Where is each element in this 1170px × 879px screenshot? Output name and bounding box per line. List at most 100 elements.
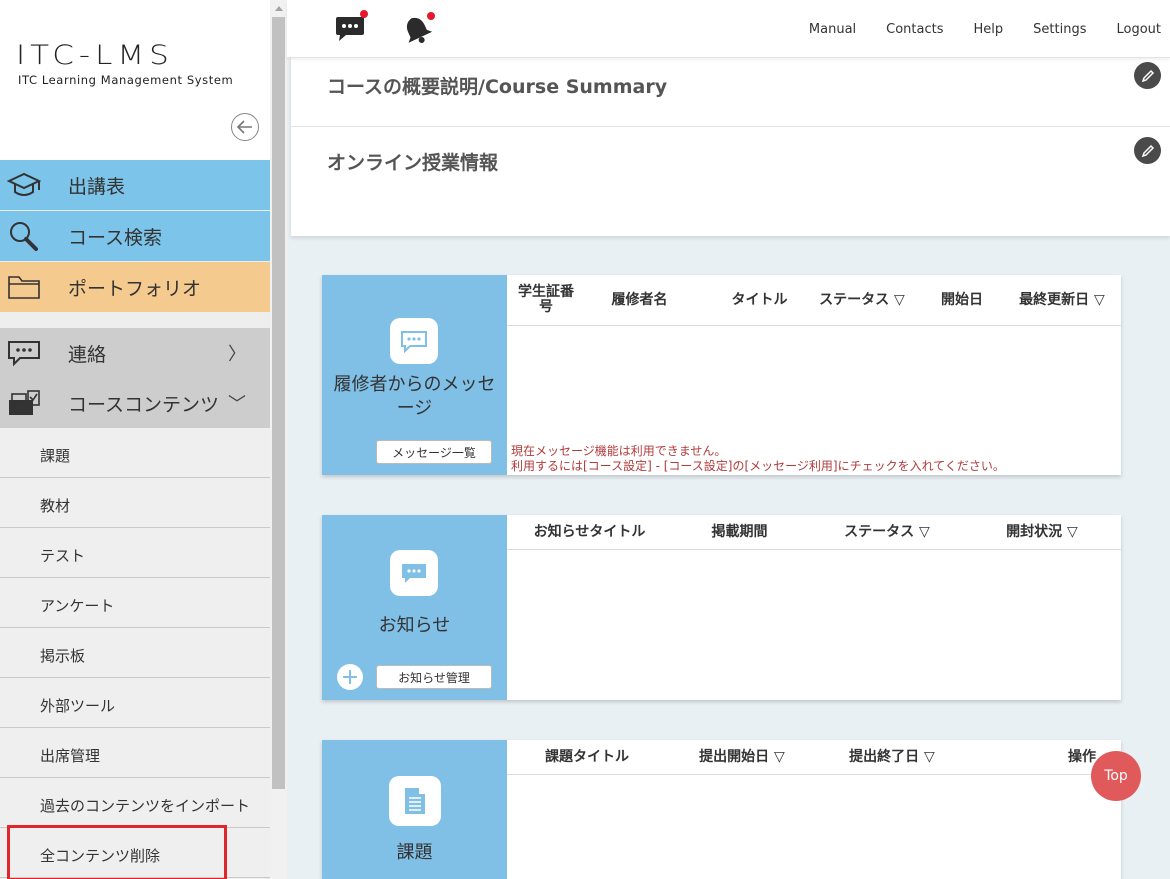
notice-line: 現在メッセージ機能は利用できません。 (511, 444, 727, 458)
assignments-panel: 課題 課題タイトル 提出開始日 ▽ 提出終了日 ▽ 操作 (322, 740, 1121, 879)
plus-icon (343, 670, 357, 684)
sidebar-scrollbar[interactable] (270, 0, 287, 879)
column-header[interactable]: お知らせタイトル (522, 515, 657, 549)
sidebar-subitem-label: テスト (40, 547, 86, 565)
sidebar-subitem-label: 課題 (40, 447, 71, 465)
sidebar-subitem-materials[interactable]: 教材 (0, 478, 270, 528)
messages-panel-sidebar: 履修者からのメッセージ メッセージ一覧 (322, 275, 507, 475)
column-header[interactable]: 履修者名 (602, 275, 677, 325)
pencil-icon (1141, 144, 1154, 157)
sidebar-subitem-tests[interactable]: テスト (0, 528, 270, 578)
assignments-panel-sidebar: 課題 (322, 740, 507, 879)
sidebar-item-course-search[interactable]: コース検索 (0, 211, 270, 261)
header-divider (507, 325, 1121, 326)
notice-line: 利用するには[コース設定] - [コース設定]の[メッセージ利用]にチェックを入… (511, 459, 1005, 473)
sidebar-subitem-import-contents[interactable]: 過去のコンテンツをインポート (0, 778, 270, 828)
assignments-panel-icon-box (389, 776, 441, 826)
sidebar-item-label: コース検索 (68, 226, 163, 249)
document-icon (405, 788, 425, 814)
chat-bubble-icon (401, 331, 427, 353)
folder-icon (8, 276, 40, 299)
sidebar-subitem-label: 教材 (40, 497, 71, 515)
column-header[interactable]: 学生証番号 (514, 275, 578, 325)
column-header[interactable]: ステータス ▽ (812, 275, 912, 325)
notifications-header-button[interactable] (400, 12, 435, 44)
sidebar: ITC-LMS ITC Learning Management System 出… (0, 0, 287, 879)
sidebar-item-label: コースコンテンツ (68, 393, 220, 416)
scroll-to-top-button[interactable]: Top (1091, 751, 1141, 801)
contacts-link[interactable]: Contacts (886, 22, 943, 37)
sidebar-item-label: 連絡 (68, 343, 107, 366)
notification-dot (427, 12, 435, 20)
announcements-panel: お知らせ お知らせ管理 お知らせタイトル 掲載期間 ステータス ▽ 開封状況 ▽ (322, 515, 1121, 700)
sidebar-item-label: 出講表 (68, 175, 126, 198)
messages-panel-icon-box (390, 318, 438, 364)
chat-bubble-icon (402, 564, 426, 583)
scrollbar-thumb[interactable] (272, 17, 285, 789)
column-header[interactable]: ステータス ▽ (832, 515, 942, 549)
online-class-info-title: オンライン授業情報 (327, 152, 499, 174)
sidebar-item-schedule[interactable]: 出講表 (0, 160, 270, 210)
sidebar-subitem-attendance[interactable]: 出席管理 (0, 728, 270, 778)
collapse-sidebar-button[interactable] (231, 113, 259, 141)
header-links: Manual Contacts Help Settings Logout (779, 22, 1170, 37)
course-summary-card: コースの概要説明/Course Summary オンライン授業情報 (291, 58, 1170, 236)
notification-dot (360, 10, 368, 18)
sidebar-subitem-assignments[interactable]: 課題 (0, 428, 270, 478)
column-header[interactable]: 提出開始日 ▽ (687, 740, 797, 774)
edit-online-info-button[interactable] (1134, 137, 1161, 164)
column-header[interactable]: 開封状況 ▽ (992, 515, 1092, 549)
sidebar-subitem-label: 過去のコンテンツをインポート (40, 797, 251, 815)
sidebar-subitem-external-tools[interactable]: 外部ツール (0, 678, 270, 728)
course-contents-icon (9, 390, 40, 415)
messages-header-button[interactable] (334, 10, 368, 44)
chevron-down-icon: ﹀ (228, 394, 246, 415)
sidebar-subitem-label: 掲示板 (40, 647, 86, 665)
sidebar-subitem-delete-all-contents[interactable]: 全コンテンツ削除 (0, 828, 270, 878)
chevron-right-icon: 〉 (228, 344, 246, 365)
divider (291, 126, 1170, 127)
message-disabled-notice: 現在メッセージ機能は利用できません。 利用するには[コース設定] - [コース設… (511, 444, 1005, 474)
logo-area: ITC-LMS ITC Learning Management System (0, 0, 270, 160)
search-icon (10, 222, 38, 251)
arrow-left-circle-icon (237, 120, 252, 134)
manual-link[interactable]: Manual (809, 22, 856, 37)
settings-link[interactable]: Settings (1033, 22, 1086, 37)
message-list-button[interactable]: メッセージ一覧 (376, 440, 492, 464)
column-header[interactable]: 開始日 (927, 275, 997, 325)
column-header[interactable]: 課題タイトル (532, 740, 642, 774)
announcement-management-button[interactable]: お知らせ管理 (376, 665, 492, 689)
announcements-panel-label: お知らせ (378, 615, 451, 636)
announcements-panel-icon-box (390, 550, 438, 596)
top-header: Manual Contacts Help Settings Logout (287, 0, 1170, 58)
column-header[interactable]: タイトル (717, 275, 802, 325)
column-header[interactable]: 提出終了日 ▽ (837, 740, 947, 774)
sidebar-subitem-bulletin-board[interactable]: 掲示板 (0, 628, 270, 678)
add-announcement-button[interactable] (337, 664, 363, 690)
sidebar-subitem-label: 全コンテンツ削除 (40, 847, 161, 865)
sidebar-subitem-label: 出席管理 (40, 747, 101, 765)
sidebar-subitem-surveys[interactable]: アンケート (0, 578, 270, 628)
header-divider (507, 774, 1121, 775)
help-link[interactable]: Help (974, 22, 1004, 37)
scroll-up-arrow[interactable] (270, 0, 287, 17)
sidebar-subitem-label: アンケート (40, 597, 115, 615)
pencil-icon (1141, 69, 1154, 82)
logout-link[interactable]: Logout (1116, 22, 1161, 37)
chat-bubble-icon (8, 341, 40, 367)
sidebar-subitem-label: 外部ツール (40, 697, 116, 715)
sidebar-item-portfolio[interactable]: ポートフォリオ (0, 262, 270, 312)
logo-title: ITC-LMS (16, 40, 174, 71)
sidebar-item-label: ポートフォリオ (68, 277, 202, 300)
sidebar-item-course-contents[interactable]: コースコンテンツ ﹀ (0, 378, 270, 428)
course-summary-title: コースの概要説明/Course Summary (327, 76, 668, 98)
column-header[interactable]: 掲載期間 (692, 515, 787, 549)
sidebar-item-contact[interactable]: 連絡 〉 (0, 328, 270, 378)
main-content: コースの概要説明/Course Summary オンライン授業情報 履修者からの… (287, 58, 1170, 879)
column-header[interactable]: 最終更新日 ▽ (1012, 275, 1112, 325)
message-icon (336, 17, 364, 41)
graduation-cap-icon (6, 172, 42, 196)
edit-summary-button[interactable] (1134, 62, 1161, 89)
assignments-panel-label: 課題 (396, 842, 433, 863)
announcements-panel-sidebar: お知らせ お知らせ管理 (322, 515, 507, 700)
